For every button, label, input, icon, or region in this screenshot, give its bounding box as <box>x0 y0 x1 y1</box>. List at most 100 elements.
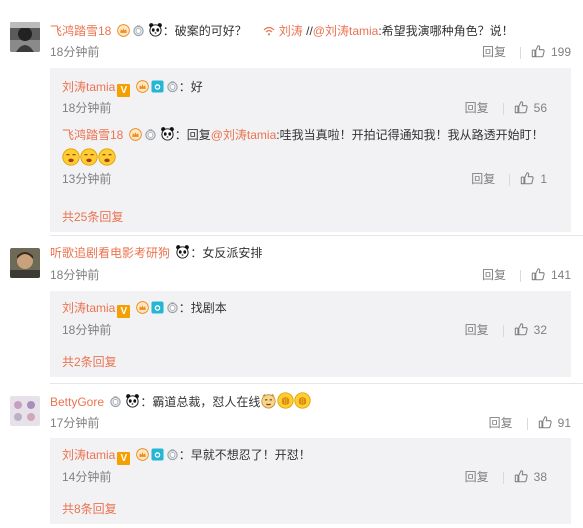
reply-time: 14分钟前 <box>62 470 112 484</box>
action-divider <box>519 46 521 59</box>
comment-actions: 回复 141 <box>482 267 571 283</box>
action-divider <box>509 173 511 186</box>
laugh-emoji-icon <box>62 148 80 166</box>
medal-icon <box>166 301 179 314</box>
reply-box: 刘涛tamia V ：找剧本 18分钟前 回复 32 共2条回复 <box>50 291 571 377</box>
laugh-emoji-icon <box>80 148 98 166</box>
reply-content: 飞鸿踏雪18 ：回复@刘涛tamia:哇我当真啦！开拍记得通知我！我从路透开始盯… <box>62 128 544 142</box>
comment-actions: 回复 199 <box>482 44 571 60</box>
reply-text: 早就不想忍了！开怼！ <box>190 448 311 462</box>
fist-emoji-icon <box>277 392 294 409</box>
like-count: 56 <box>533 101 547 115</box>
like-icon <box>531 44 545 58</box>
like-count: 38 <box>533 470 547 484</box>
like-icon <box>514 322 528 336</box>
action-divider <box>502 324 504 337</box>
repost-user-link[interactable]: 刘涛 <box>279 24 303 38</box>
avatar-image <box>10 396 40 426</box>
medal-icon <box>132 24 145 37</box>
mention-link[interactable]: @刘涛tamia <box>211 128 277 142</box>
avatar-image <box>10 22 40 52</box>
like-button[interactable]: 199 <box>531 44 571 60</box>
camera-icon <box>151 448 164 461</box>
more-replies-link[interactable]: 共2条回复 <box>62 355 117 369</box>
reply-content: 刘涛tamia V ：好 <box>62 80 203 97</box>
reply-username[interactable]: 刘涛tamia <box>62 80 115 94</box>
avatar[interactable] <box>10 22 40 52</box>
reply-button[interactable]: 回复 <box>465 469 489 485</box>
vip-v-badge: V <box>117 84 131 97</box>
like-button[interactable]: 56 <box>514 100 547 116</box>
crown-icon <box>117 24 130 37</box>
reply-button[interactable]: 回复 <box>465 322 489 338</box>
comment-time: 18分钟前 <box>50 268 100 282</box>
reply-button[interactable]: 回复 <box>489 415 513 431</box>
crown-icon <box>129 128 142 141</box>
camera-icon <box>151 301 164 314</box>
emoji-row <box>62 148 116 166</box>
action-divider <box>526 417 528 430</box>
reply-username[interactable]: 刘涛tamia <box>62 301 115 315</box>
reply-username[interactable]: 刘涛tamia <box>62 448 115 462</box>
crown-icon <box>136 301 149 314</box>
like-count: 91 <box>557 416 571 430</box>
reply-actions: 回复 1 <box>471 171 547 187</box>
like-icon <box>514 100 528 114</box>
comment-content: 听歌追剧看电影考研狗 ：女反派安排 <box>50 244 263 260</box>
like-count: 199 <box>550 45 571 59</box>
medal-icon <box>144 128 157 141</box>
reply-button[interactable]: 回复 <box>465 100 489 116</box>
more-replies-link[interactable]: 共25条回复 <box>62 210 123 224</box>
action-divider <box>502 102 504 115</box>
like-button[interactable]: 141 <box>531 267 571 283</box>
comment-text: 女反派安排 <box>202 246 263 260</box>
like-button[interactable]: 1 <box>520 171 547 187</box>
avatar[interactable] <box>10 396 40 426</box>
camera-icon <box>151 80 164 93</box>
comment-content: BettyGore ：霸道总裁，怼人在线 <box>50 392 311 410</box>
avatar-image <box>10 248 40 278</box>
crown-icon <box>136 448 149 461</box>
like-button[interactable]: 91 <box>538 415 571 431</box>
like-button[interactable]: 38 <box>514 469 547 485</box>
reply-actions: 回复 38 <box>465 469 547 485</box>
like-icon <box>520 171 534 185</box>
mention-link[interactable]: @刘涛tamia <box>313 24 379 38</box>
action-divider <box>502 471 504 484</box>
comment-username[interactable]: 听歌追剧看电影考研狗 <box>50 246 170 260</box>
medal-icon <box>166 80 179 93</box>
comment-text: 霸道总裁，怼人在线 <box>152 395 261 409</box>
like-count: 1 <box>540 172 547 186</box>
panda-icon <box>125 393 140 408</box>
reply-text: :哇我当真啦！开拍记得通知我！我从路透开始盯！ <box>276 128 544 142</box>
reply-time: 18分钟前 <box>62 323 112 337</box>
comment-username[interactable]: 飞鸿踏雪18 <box>50 24 111 38</box>
like-icon <box>531 267 545 281</box>
reply-username[interactable]: 飞鸿踏雪18 <box>62 128 123 142</box>
reply-button[interactable]: 回复 <box>482 44 506 60</box>
reply-button[interactable]: 回复 <box>482 267 506 283</box>
action-divider <box>519 269 521 282</box>
reply-button[interactable]: 回复 <box>471 171 495 187</box>
avatar[interactable] <box>10 248 40 278</box>
divider <box>50 383 583 384</box>
comment-username[interactable]: BettyGore <box>50 395 104 409</box>
vip-v-badge: V <box>117 305 131 318</box>
medal-icon <box>166 448 179 461</box>
crown-icon <box>136 80 149 93</box>
panda-icon <box>148 22 163 37</box>
panda-icon <box>175 244 190 259</box>
reply-time: 18分钟前 <box>62 101 112 115</box>
fist-emoji-icon <box>294 392 311 409</box>
repost-wifi-icon <box>263 26 275 36</box>
dog-emoji-icon <box>260 392 277 409</box>
reply-time: 13分钟前 <box>62 172 112 186</box>
like-icon <box>538 415 552 429</box>
reply-actions: 回复 56 <box>465 100 547 116</box>
like-button[interactable]: 32 <box>514 322 547 338</box>
vip-v-badge: V <box>117 452 131 465</box>
laugh-emoji-icon <box>98 148 116 166</box>
like-icon <box>514 469 528 483</box>
more-replies-link[interactable]: 共8条回复 <box>62 502 117 516</box>
like-count: 32 <box>533 323 547 337</box>
